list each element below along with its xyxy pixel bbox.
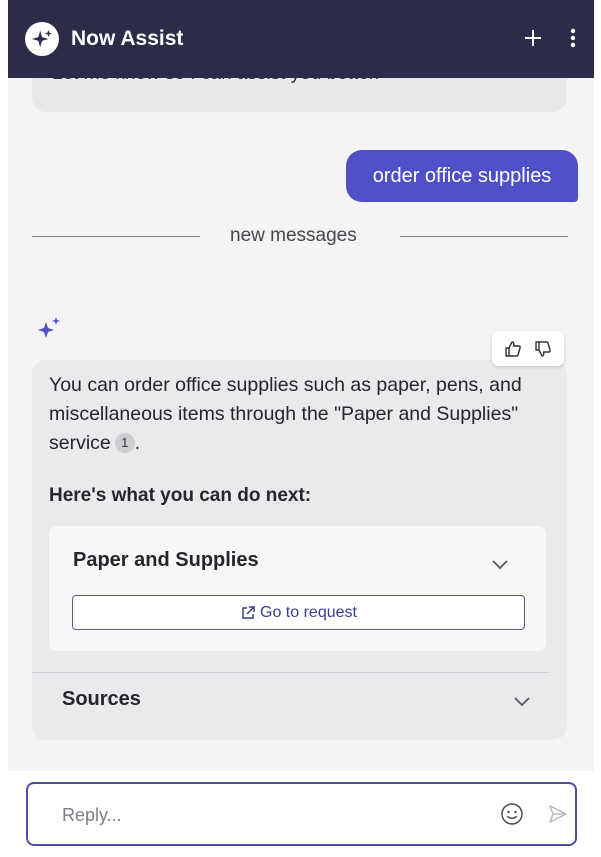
citation-badge[interactable]: 1 bbox=[114, 433, 135, 453]
user-message-bubble: order office supplies bbox=[346, 150, 578, 202]
more-menu-button[interactable] bbox=[558, 22, 588, 54]
sources-chevron-down-icon[interactable] bbox=[511, 690, 533, 712]
go-to-request-button[interactable]: Go to request bbox=[72, 595, 525, 630]
assistant-body-end: . bbox=[134, 432, 141, 454]
divider-line-left bbox=[32, 236, 200, 237]
sources-label[interactable]: Sources bbox=[62, 688, 141, 711]
send-icon bbox=[549, 805, 567, 823]
new-messages-divider: new messages bbox=[32, 225, 568, 249]
assistant-response-card: You can order office supplies such as pa… bbox=[32, 360, 567, 740]
now-assist-logo-icon bbox=[25, 22, 59, 56]
next-steps-heading: Here's what you can do next: bbox=[49, 485, 312, 506]
assistant-sparkle-icon bbox=[38, 317, 60, 338]
more-vertical-icon bbox=[570, 28, 576, 48]
new-chat-button[interactable] bbox=[518, 22, 548, 54]
plus-icon bbox=[525, 30, 541, 46]
reply-box bbox=[26, 782, 577, 846]
composer-area bbox=[8, 771, 594, 857]
app-header: Now Assist bbox=[8, 0, 594, 78]
external-link-icon bbox=[242, 605, 255, 619]
app-title: Now Assist bbox=[71, 27, 184, 50]
paper-and-supplies-card: Paper and Supplies Go to request bbox=[49, 526, 546, 651]
reply-input[interactable] bbox=[62, 802, 482, 828]
chat-transcript[interactable]: Let me know so I can assist you better. … bbox=[8, 78, 594, 771]
new-messages-label: new messages bbox=[230, 225, 357, 246]
send-button[interactable] bbox=[544, 800, 572, 828]
go-to-request-label: Go to request bbox=[260, 603, 357, 621]
emoji-button[interactable] bbox=[498, 800, 526, 828]
assistant-response-text: You can order office supplies such as pa… bbox=[49, 371, 554, 458]
previous-assistant-text: Let me know so I can assist you better. bbox=[52, 78, 379, 86]
chevron-down-icon[interactable] bbox=[489, 553, 511, 575]
sources-divider bbox=[32, 672, 549, 673]
thumbs-up-icon[interactable] bbox=[504, 340, 522, 358]
smiley-icon bbox=[501, 803, 523, 825]
divider-line-right bbox=[400, 236, 568, 237]
action-card-title: Paper and Supplies bbox=[73, 549, 259, 571]
thumbs-down-icon[interactable] bbox=[534, 340, 552, 358]
feedback-toolbar bbox=[492, 331, 564, 366]
previous-assistant-bubble: Let me know so I can assist you better. bbox=[32, 78, 567, 112]
